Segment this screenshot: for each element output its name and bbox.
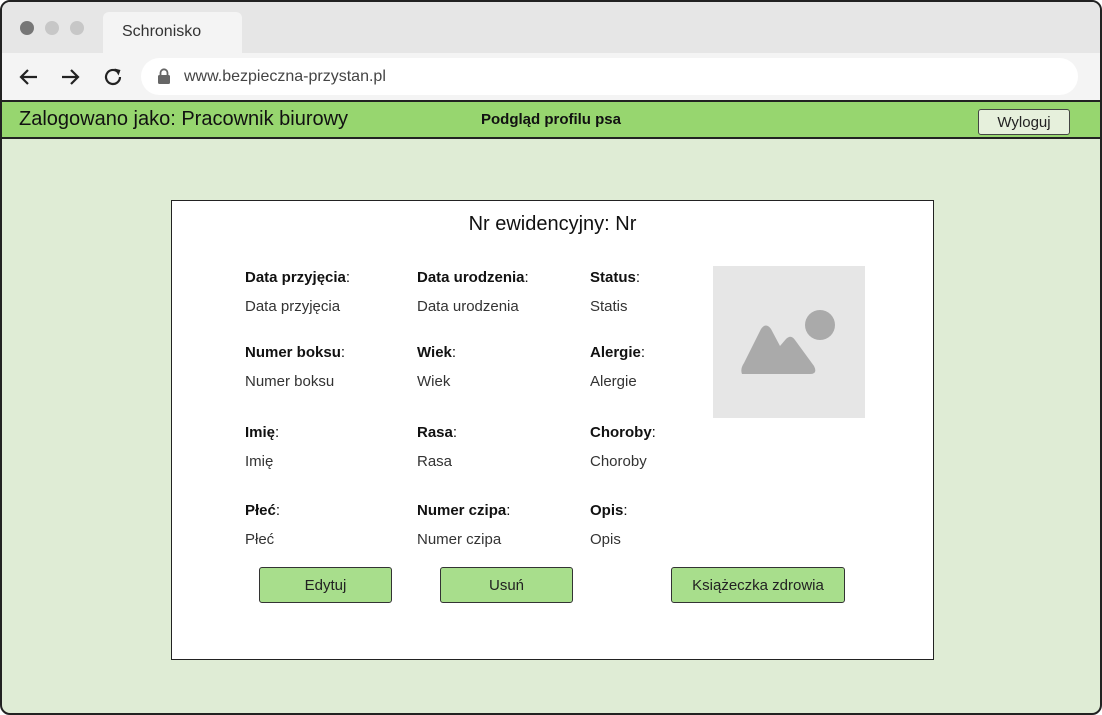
address-bar[interactable]: www.bezpieczna-przystan.pl	[141, 58, 1078, 95]
profile-field-label: Numer boksu:	[245, 344, 415, 361]
profile-field-label: Opis:	[590, 502, 760, 519]
dog-photo-placeholder	[713, 266, 865, 418]
profile-field-label-suffix: :	[340, 344, 346, 361]
profile-field-label-text: Płeć	[245, 502, 276, 519]
profile-field-label-suffix: :	[635, 269, 641, 286]
app-header: Zalogowano jako: Pracownik biurowy Podgl…	[2, 100, 1100, 139]
page-title: Podgląd profilu psa	[2, 111, 1100, 128]
browser-tab[interactable]: Schronisko	[103, 12, 242, 53]
lock-icon	[158, 68, 170, 84]
image-placeholder-icon	[741, 310, 835, 374]
arrow-left-icon[interactable]	[18, 66, 40, 88]
profile-field-label: Data urodzenia:	[417, 269, 587, 286]
profile-field: Rasa: Rasa	[417, 424, 587, 470]
profile-field: Numer boksu: Numer boksu	[245, 344, 415, 390]
registration-number-title: Nr ewidencyjny: Nr	[468, 213, 637, 235]
profile-field-label-suffix: :	[506, 502, 511, 519]
edit-button[interactable]: Edytuj	[259, 567, 392, 603]
profile-field-value: Imię	[245, 453, 274, 470]
profile-field-label-suffix: :	[651, 424, 656, 441]
profile-field: Data przyjęcia: Data przyjęcia	[245, 269, 415, 315]
health-book-button[interactable]: Książeczka zdrowia	[671, 567, 845, 603]
profile-field-label-suffix: :	[623, 502, 628, 519]
profile-field-value: Numer boksu	[245, 373, 335, 390]
page-title-text: Podgląd profilu psa	[480, 111, 621, 128]
profile-field: Opis: Opis	[590, 502, 760, 548]
profile-field-value: Data przyjęcia	[245, 298, 341, 315]
profile-field-label-text: Imię	[245, 424, 276, 441]
profile-field-label: Płeć:	[245, 502, 415, 519]
profile-field-label-text: Numer czipa	[417, 502, 507, 519]
browser-tab-title: Schronisko	[122, 23, 202, 40]
profile-field-label-text: Choroby	[590, 424, 652, 441]
profile-field-label-text: Status	[590, 269, 636, 286]
profile-field-label-suffix: :	[345, 269, 351, 286]
profile-field-label: Imię:	[245, 424, 415, 441]
profile-field-label: Wiek:	[417, 344, 587, 361]
profile-field-value: Rasa	[417, 453, 453, 470]
profile-field-label: Choroby:	[590, 424, 760, 441]
window-close-dot[interactable]	[20, 21, 34, 35]
profile-field: Wiek: Wiek	[417, 344, 587, 390]
profile-field-value: Wiek	[417, 373, 451, 390]
browser-window: Schronisko www.bezpieczna-przystan.pl Za…	[0, 0, 1102, 715]
window-minimize-dot[interactable]	[45, 21, 59, 35]
delete-button[interactable]: Usuń	[440, 567, 573, 603]
reload-icon[interactable]	[102, 66, 124, 88]
profile-field-label: Rasa:	[417, 424, 587, 441]
browser-titlebar: Schronisko	[2, 2, 1100, 53]
profile-field-value: Numer czipa	[417, 531, 502, 548]
profile-field-value: Opis	[590, 531, 621, 548]
profile-field-label-text: Numer boksu	[245, 344, 341, 361]
profile-field-label-suffix: :	[640, 344, 646, 361]
profile-field: Imię: Imię	[245, 424, 415, 470]
profile-field-value: Płeć	[245, 531, 275, 548]
url-text: www.bezpieczna-przystan.pl	[184, 68, 386, 85]
profile-field-label-text: Opis	[590, 502, 624, 519]
profile-field-label-suffix: :	[451, 344, 457, 361]
window-maximize-dot[interactable]	[70, 21, 84, 35]
profile-field-label-suffix: :	[524, 269, 529, 286]
profile-field-label-suffix: :	[275, 502, 281, 519]
arrow-right-icon[interactable]	[59, 66, 81, 88]
profile-field-label-text: Alergie	[590, 344, 641, 361]
profile-field-label-text: Data przyjęcia	[245, 269, 346, 286]
profile-field: Data urodzenia: Data urodzenia	[417, 269, 587, 315]
profile-field-value: Data urodzenia	[417, 298, 519, 315]
profile-field-label-suffix: :	[275, 424, 280, 441]
profile-field-label-text: Rasa	[417, 424, 453, 441]
profile-field-label-text: Wiek	[417, 344, 452, 361]
profile-field-value: Choroby	[590, 453, 647, 470]
dog-profile-card: Nr ewidencyjny: Nr Data przyjęcia: Data p…	[171, 200, 934, 660]
browser-navbar: www.bezpieczna-przystan.pl	[2, 53, 1100, 100]
logout-button[interactable]: Wyloguj	[978, 109, 1070, 135]
profile-field: Płeć: Płeć	[245, 502, 415, 548]
profile-field-label: Numer czipa:	[417, 502, 587, 519]
profile-field-label: Data przyjęcia:	[245, 269, 415, 286]
profile-field: Choroby: Choroby	[590, 424, 760, 470]
profile-field-label-text: Data urodzenia	[417, 269, 525, 286]
profile-field-label-suffix: :	[452, 424, 458, 441]
profile-field: Numer czipa: Numer czipa	[417, 502, 587, 548]
